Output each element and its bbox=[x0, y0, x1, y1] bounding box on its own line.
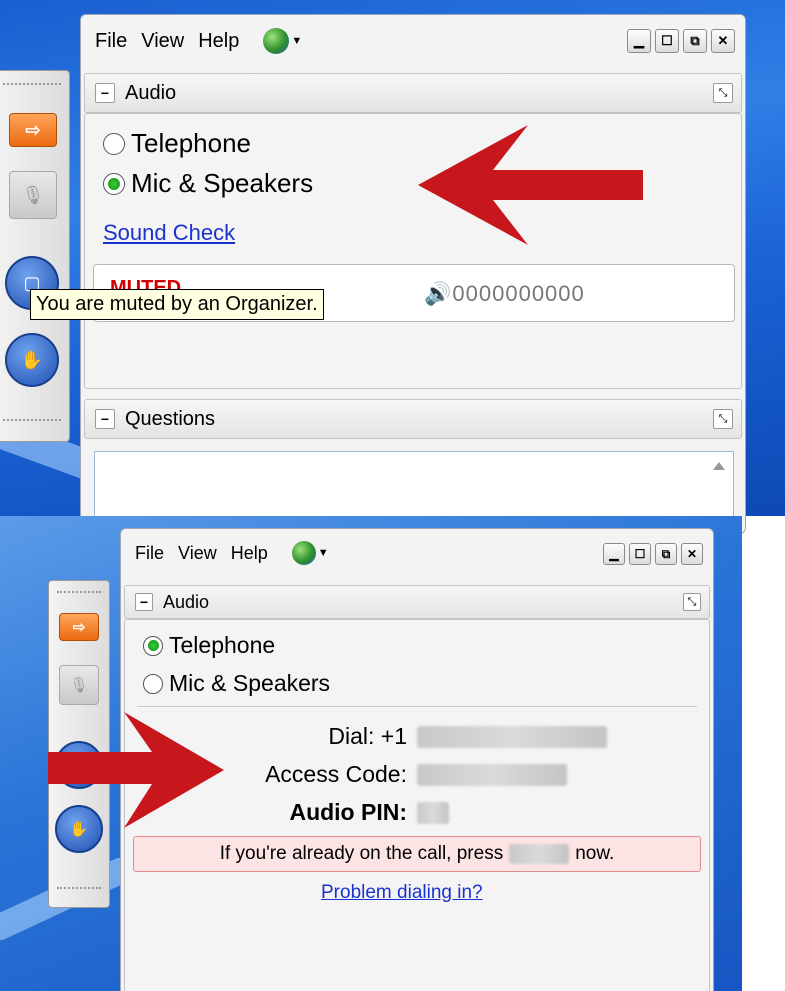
radio-telephone[interactable]: Telephone bbox=[103, 128, 251, 159]
dock-grip[interactable] bbox=[57, 591, 101, 595]
radio-telephone[interactable]: Telephone bbox=[143, 632, 275, 659]
menu-help[interactable]: Help bbox=[231, 543, 268, 564]
exit-arrow-icon[interactable]: ⇨ bbox=[59, 613, 99, 641]
problem-dialing-link[interactable]: Problem dialing in? bbox=[321, 882, 483, 904]
sound-check-link[interactable]: Sound Check bbox=[103, 220, 235, 246]
screenshot-composite: ⇨ 🎙 ▢ ✋ File View Help ▼ ▁ ☐ ⧉ ✕ − Audio… bbox=[0, 0, 785, 991]
menu-view[interactable]: View bbox=[178, 543, 217, 564]
red-arrow-left bbox=[418, 125, 643, 245]
collapse-icon[interactable]: − bbox=[95, 83, 115, 103]
side-dock-top: ⇨ 🎙 ▢ ✋ bbox=[0, 70, 70, 442]
audio-panel-title: Audio bbox=[125, 81, 177, 104]
minimize-icon[interactable]: ▁ bbox=[627, 29, 651, 53]
dock-grip-bottom bbox=[3, 419, 61, 423]
maximize-icon[interactable]: ☐ bbox=[629, 543, 651, 565]
window-controls: ▁ ☐ ⧉ ✕ bbox=[627, 29, 735, 53]
collapse-icon[interactable]: − bbox=[135, 593, 153, 611]
radio-label: Telephone bbox=[169, 632, 276, 658]
dock-grip-bottom bbox=[57, 887, 101, 891]
level-meter-text: 0000000000 bbox=[452, 281, 585, 306]
notice-text-before: If you're already on the call, press bbox=[219, 843, 504, 864]
radio-mic-speakers[interactable]: Mic & Speakers bbox=[143, 670, 330, 697]
access-code-label: Access Code: bbox=[265, 760, 407, 787]
questions-panel-title: Questions bbox=[125, 407, 216, 430]
dial-label: Dial: bbox=[328, 722, 375, 749]
maximize-icon[interactable]: ☐ bbox=[655, 29, 679, 53]
red-arrow-right bbox=[48, 712, 224, 828]
panel-popout-icon[interactable]: ⤡ bbox=[713, 83, 733, 103]
redacted-access-code bbox=[417, 764, 567, 786]
audio-panel-header: − Audio ⤡ bbox=[124, 585, 710, 619]
microphone-icon[interactable]: 🎙 bbox=[9, 171, 57, 219]
radio-label: Telephone bbox=[131, 128, 251, 158]
audio-window-top: File View Help ▼ ▁ ☐ ⧉ ✕ − Audio ⤡ Telep… bbox=[80, 14, 746, 534]
redacted-audio-pin bbox=[417, 802, 449, 824]
radio-label: Mic & Speakers bbox=[131, 168, 314, 198]
radio-button-selected[interactable] bbox=[103, 172, 125, 195]
scroll-up-icon[interactable] bbox=[713, 462, 725, 470]
panel-popout-icon[interactable]: ⤡ bbox=[683, 593, 701, 611]
collapse-icon[interactable]: − bbox=[95, 409, 115, 429]
panel-popout-icon[interactable]: ⤡ bbox=[713, 409, 733, 429]
globe-icon[interactable] bbox=[263, 28, 290, 54]
dial-prefix: +1 bbox=[380, 722, 407, 749]
menu-view[interactable]: View bbox=[141, 30, 184, 53]
close-icon[interactable]: ✕ bbox=[681, 543, 703, 565]
audio-panel-title: Audio bbox=[163, 591, 210, 612]
window-controls: ▁ ☐ ⧉ ✕ bbox=[603, 543, 703, 565]
minimize-icon[interactable]: ▁ bbox=[603, 543, 625, 565]
exit-arrow-icon[interactable]: ⇨ bbox=[9, 113, 57, 147]
radio-label: Mic & Speakers bbox=[169, 670, 331, 696]
radio-mic-speakers[interactable]: Mic & Speakers bbox=[103, 168, 313, 199]
chevron-down-icon[interactable]: ▼ bbox=[291, 35, 302, 47]
muted-tooltip: You are muted by an Organizer. bbox=[30, 289, 324, 320]
audio-panel-body: Telephone Mic & Speakers Sound Check MUT… bbox=[84, 113, 742, 389]
close-icon[interactable]: ✕ bbox=[711, 29, 735, 53]
radio-button[interactable] bbox=[143, 673, 163, 694]
menu-file[interactable]: File bbox=[135, 543, 164, 564]
redacted-keypress bbox=[509, 844, 570, 864]
menu-file[interactable]: File bbox=[95, 30, 127, 53]
already-on-call-notice: If you're already on the call, press now… bbox=[133, 836, 701, 872]
questions-panel-header: − Questions ⤡ bbox=[84, 399, 742, 439]
radio-button-selected[interactable] bbox=[143, 635, 163, 656]
raise-hand-icon[interactable]: ✋ bbox=[5, 333, 59, 387]
audio-pin-label: Audio PIN: bbox=[289, 798, 407, 825]
radio-button[interactable] bbox=[103, 132, 125, 155]
dock-grip[interactable] bbox=[3, 83, 61, 87]
separator bbox=[137, 706, 697, 707]
globe-icon[interactable] bbox=[291, 541, 316, 565]
menu-help[interactable]: Help bbox=[198, 30, 239, 53]
notice-text-after: now. bbox=[575, 843, 615, 864]
level-meter: 🔊0000000000 bbox=[424, 281, 585, 306]
popout-icon[interactable]: ⧉ bbox=[683, 29, 707, 53]
redacted-phone-number bbox=[417, 726, 607, 748]
audio-panel-header: − Audio ⤡ bbox=[84, 73, 742, 113]
popout-icon[interactable]: ⧉ bbox=[655, 543, 677, 565]
chevron-down-icon[interactable]: ▼ bbox=[318, 547, 329, 559]
microphone-icon[interactable]: 🎙 bbox=[59, 665, 99, 705]
